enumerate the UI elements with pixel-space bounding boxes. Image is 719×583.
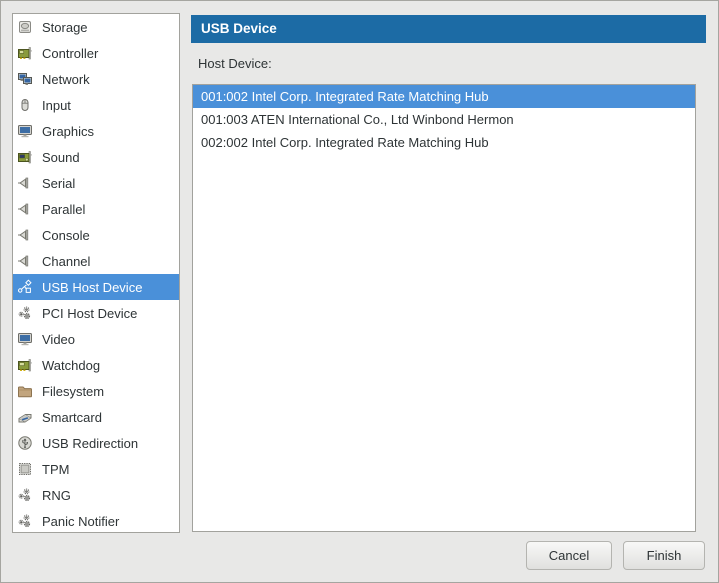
- finish-button[interactable]: Finish: [623, 541, 705, 570]
- sidebar-item-label: Panic Notifier: [42, 514, 119, 529]
- sound-card-icon: [17, 149, 33, 165]
- sidebar-item-watchdog[interactable]: Watchdog: [13, 352, 179, 378]
- sidebar-item-rng[interactable]: RNG: [13, 482, 179, 508]
- host-device-label: Host Device:: [198, 56, 272, 71]
- sidebar-item-label: Parallel: [42, 202, 85, 217]
- sidebar-item-usb-redirection[interactable]: USB Redirection: [13, 430, 179, 456]
- sidebar-item-label: TPM: [42, 462, 69, 477]
- usb-round-icon: [17, 435, 33, 451]
- sidebar-item-label: Graphics: [42, 124, 94, 139]
- sidebar-item-pci-host-device[interactable]: PCI Host Device: [13, 300, 179, 326]
- gears-icon: [17, 305, 33, 321]
- sidebar-item-graphics[interactable]: Graphics: [13, 118, 179, 144]
- sidebar-item-label: Filesystem: [42, 384, 104, 399]
- sidebar-item-channel[interactable]: Channel: [13, 248, 179, 274]
- sidebar-item-input[interactable]: Input: [13, 92, 179, 118]
- sidebar-item-label: USB Host Device: [42, 280, 142, 295]
- sidebar-item-controller[interactable]: Controller: [13, 40, 179, 66]
- channel-plug-icon: [17, 253, 33, 269]
- chip-icon: [17, 461, 33, 477]
- sidebar-item-network[interactable]: Network: [13, 66, 179, 92]
- hardware-type-list: Storage Controller Network Input Graphic…: [12, 13, 180, 533]
- panel-header: USB Device: [191, 15, 706, 43]
- card-reader-icon: [17, 409, 33, 425]
- storage-icon: [17, 19, 33, 35]
- sidebar-item-parallel[interactable]: Parallel: [13, 196, 179, 222]
- sidebar-item-label: RNG: [42, 488, 71, 503]
- gears-icon: [17, 513, 33, 529]
- sidebar-item-usb-host-device[interactable]: USB Host Device: [13, 274, 179, 300]
- sidebar-item-label: Video: [42, 332, 75, 347]
- sidebar-item-serial[interactable]: Serial: [13, 170, 179, 196]
- sidebar-item-label: Watchdog: [42, 358, 100, 373]
- add-hardware-dialog: Storage Controller Network Input Graphic…: [0, 0, 719, 583]
- sidebar-item-smartcard[interactable]: Smartcard: [13, 404, 179, 430]
- sidebar-item-label: Input: [42, 98, 71, 113]
- sidebar-item-label: PCI Host Device: [42, 306, 137, 321]
- usb-symbol-icon: [17, 279, 33, 295]
- sidebar-item-label: Console: [42, 228, 90, 243]
- sidebar-item-label: Channel: [42, 254, 90, 269]
- sidebar-item-label: USB Redirection: [42, 436, 138, 451]
- host-device-row[interactable]: 001:002 Intel Corp. Integrated Rate Matc…: [193, 85, 695, 108]
- network-computers-icon: [17, 71, 33, 87]
- sidebar-item-storage[interactable]: Storage: [13, 14, 179, 40]
- folder-icon: [17, 383, 33, 399]
- monitor-icon: [17, 331, 33, 347]
- sidebar-item-label: Network: [42, 72, 90, 87]
- sidebar-item-label: Sound: [42, 150, 80, 165]
- sidebar-item-label: Smartcard: [42, 410, 102, 425]
- monitor-icon: [17, 123, 33, 139]
- serial-plug-icon: [17, 175, 33, 191]
- host-device-row[interactable]: 001:003 ATEN International Co., Ltd Winb…: [193, 108, 695, 131]
- sidebar-item-label: Storage: [42, 20, 88, 35]
- host-device-row[interactable]: 002:002 Intel Corp. Integrated Rate Matc…: [193, 131, 695, 154]
- mouse-icon: [17, 97, 33, 113]
- sidebar-item-video[interactable]: Video: [13, 326, 179, 352]
- sidebar-item-console[interactable]: Console: [13, 222, 179, 248]
- sidebar-item-filesystem[interactable]: Filesystem: [13, 378, 179, 404]
- sidebar-item-sound[interactable]: Sound: [13, 144, 179, 170]
- sidebar-item-label: Serial: [42, 176, 75, 191]
- parallel-plug-icon: [17, 201, 33, 217]
- sidebar-item-tpm[interactable]: TPM: [13, 456, 179, 482]
- console-plug-icon: [17, 227, 33, 243]
- sidebar-item-panic-notifier[interactable]: Panic Notifier: [13, 508, 179, 533]
- controller-card-icon: [17, 45, 33, 61]
- gears-icon: [17, 487, 33, 503]
- sidebar-item-label: Controller: [42, 46, 98, 61]
- watchdog-card-icon: [17, 357, 33, 373]
- host-device-list: 001:002 Intel Corp. Integrated Rate Matc…: [192, 84, 696, 532]
- cancel-button[interactable]: Cancel: [526, 541, 612, 570]
